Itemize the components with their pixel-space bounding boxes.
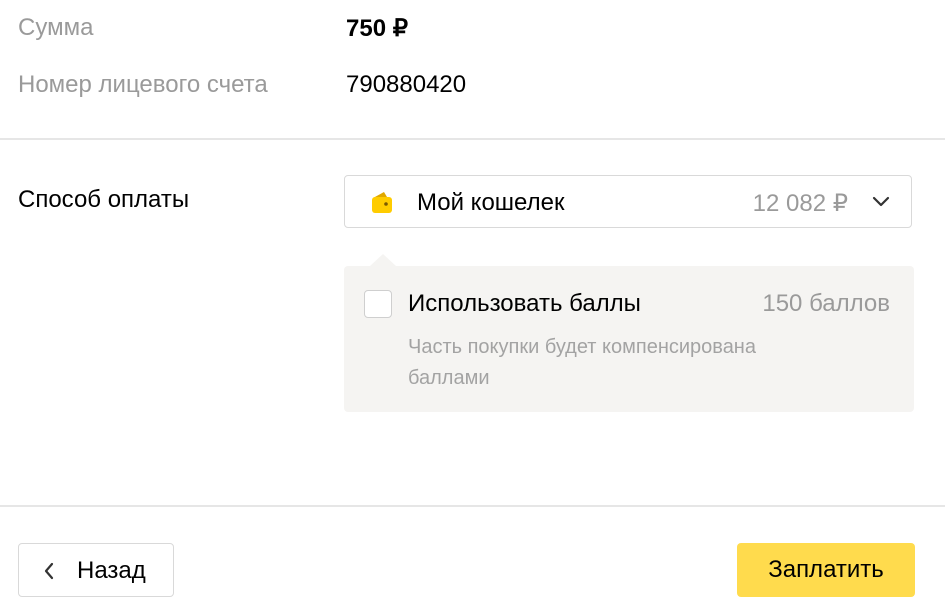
payment-method-select[interactable]: Мой кошелек 12 082 ₽	[344, 175, 912, 228]
divider	[0, 138, 945, 140]
pay-button[interactable]: Заплатить	[737, 543, 915, 597]
amount-row: Сумма 750 ₽	[18, 14, 927, 48]
panel-pointer	[370, 254, 396, 266]
points-hint: Часть покупки будет компенсирована балла…	[408, 336, 756, 389]
back-button-label: Назад	[77, 557, 146, 584]
points-panel: Использовать баллы 150 баллов Часть поку…	[344, 254, 914, 412]
account-value: 790880420	[346, 71, 467, 98]
account-label: Номер лицевого счета	[18, 71, 268, 98]
amount-value: 750 ₽	[346, 15, 408, 42]
use-points-label[interactable]: Использовать баллы	[408, 290, 641, 318]
points-count: 150 баллов	[762, 290, 890, 317]
back-button[interactable]: Назад	[18, 543, 174, 597]
chevron-down-icon	[872, 196, 890, 207]
wallet-icon	[372, 192, 392, 213]
payment-method-label: Способ оплаты	[18, 186, 190, 213]
amount-label: Сумма	[18, 14, 94, 41]
divider	[0, 505, 945, 507]
use-points-checkbox[interactable]	[364, 290, 392, 318]
pay-button-label: Заплатить	[768, 556, 884, 583]
chevron-left-icon	[44, 562, 54, 580]
account-row: Номер лицевого счета 790880420	[18, 71, 927, 105]
wallet-balance: 12 082 ₽	[752, 190, 848, 217]
wallet-name: Мой кошелек	[417, 189, 565, 216]
